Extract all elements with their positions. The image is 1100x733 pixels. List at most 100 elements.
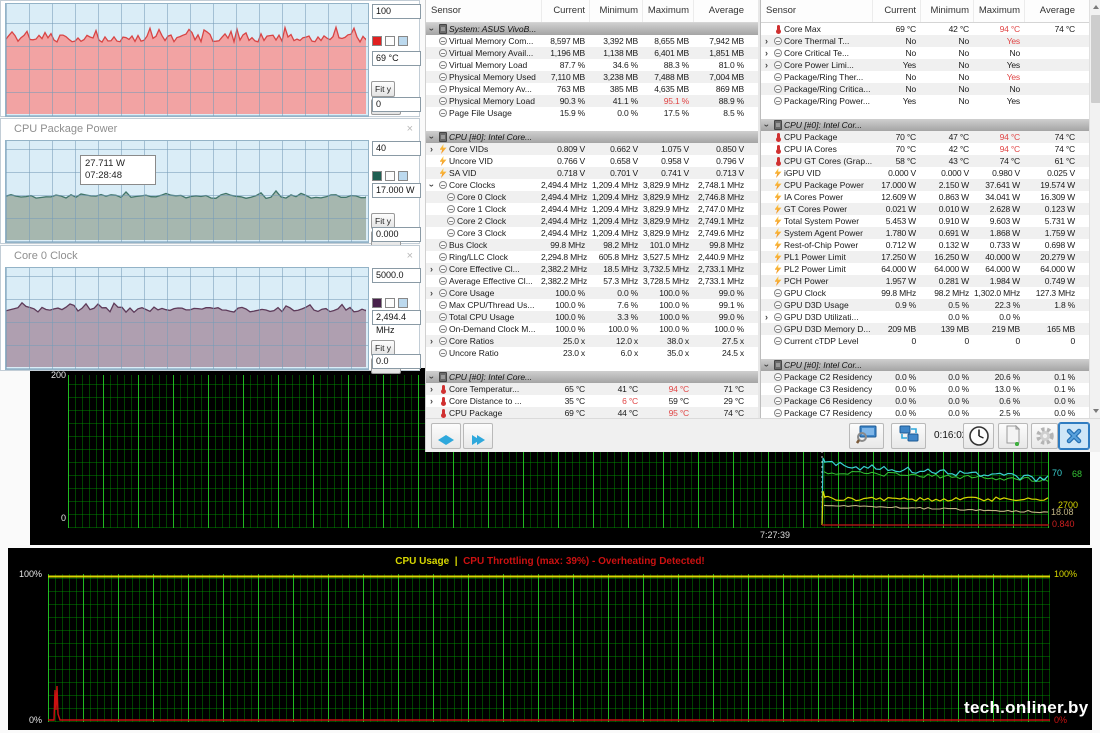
sensor-row[interactable]: IA Cores Power12.609 W0.863 W34.041 W16.… (761, 191, 1089, 203)
expand-toggle[interactable]: › (426, 371, 437, 383)
sensor-row[interactable]: Total CPU Usage100.0 %3.3 %100.0 %99.0 % (426, 311, 758, 323)
sensor-row[interactable]: ›Core Distance to ...35 °C6 °C59 °C29 °C (426, 395, 758, 407)
sensor-group-row[interactable]: ›CPU [#0]: Intel Cor... (761, 359, 1089, 371)
window-titlebar[interactable]: Core 0 Clock × (1, 246, 419, 266)
sensor-row[interactable]: ›Core Power Limi...YesNoYes (761, 59, 1089, 71)
sensor-row[interactable]: Physical Memory Used7,110 MB3,238 MB7,48… (426, 71, 758, 83)
sensor-row[interactable]: ›Core Critical Te...NoNoNo (761, 47, 1089, 59)
sensor-row[interactable]: Bus Clock99.8 MHz98.2 MHz101.0 MHz99.8 M… (426, 239, 758, 251)
expand-toggle[interactable]: › (426, 335, 437, 347)
expand-toggle[interactable]: › (761, 59, 772, 71)
sensor-row[interactable]: Ring/LLC Clock2,294.8 MHz605.8 MHz3,527.… (426, 251, 758, 263)
current-value-box[interactable]: 17.000 W (372, 183, 421, 198)
scrollbar[interactable] (1089, 0, 1100, 418)
sensor-row[interactable]: ›Core VIDs0.809 V0.662 V1.075 V0.850 V (426, 143, 758, 155)
sensor-row[interactable]: Package/Ring Power...YesNoYes (761, 95, 1089, 107)
expand-toggle[interactable]: › (426, 143, 437, 155)
sensor-row[interactable]: CPU IA Cores70 °C42 °C94 °C74 °C (761, 143, 1089, 155)
expand-toggle[interactable]: › (761, 359, 772, 371)
column-header[interactable]: Average (693, 0, 748, 22)
remote-monitoring-button[interactable] (849, 423, 884, 449)
sensor-row[interactable]: Max CPU/Thread Us...100.0 %7.6 %100.0 %9… (426, 299, 758, 311)
column-header[interactable]: Current (872, 0, 920, 22)
column-header[interactable]: Sensor (426, 0, 541, 22)
sensor-row[interactable]: Core 2 Clock2,494.4 MHz1,209.4 MHz3,829.… (426, 215, 758, 227)
scale-max-input[interactable]: 40 (372, 141, 421, 156)
fit-y-button[interactable]: Fit y (371, 81, 395, 97)
current-value-box[interactable]: 2,494.4 MHz (372, 310, 421, 325)
settings-button[interactable] (1031, 423, 1058, 449)
sensor-row[interactable]: Core 1 Clock2,494.4 MHz1,209.4 MHz3,829.… (426, 203, 758, 215)
expand-toggle[interactable]: › (426, 383, 437, 395)
sensor-group-row[interactable]: ›CPU [#0]: Intel Core... (426, 131, 758, 143)
column-header[interactable]: Current (541, 0, 589, 22)
grid-color-swatch[interactable] (398, 171, 408, 181)
expand-toggle[interactable]: › (426, 23, 437, 35)
window-titlebar[interactable]: CPU Package Power × (1, 119, 419, 139)
sensor-row[interactable]: Current cTDP Level0000 (761, 335, 1089, 347)
sensor-row[interactable]: Package C3 Residency0.0 %0.0 %13.0 %0.1 … (761, 383, 1089, 395)
sensor-row[interactable]: GT Cores Power0.021 W0.010 W2.628 W0.123… (761, 203, 1089, 215)
sensor-row[interactable]: PCH Power1.957 W0.281 W1.984 W0.749 W (761, 275, 1089, 287)
line-color-swatch[interactable] (372, 298, 382, 308)
sensor-row[interactable]: Package C2 Residency0.0 %0.0 %20.6 %0.1 … (761, 371, 1089, 383)
sensor-row[interactable]: Physical Memory Load90.3 %41.1 %95.1 %88… (426, 95, 758, 107)
column-header[interactable]: Maximum (973, 0, 1024, 22)
sensor-row[interactable]: ›Core Thermal T...NoNoYes (761, 35, 1089, 47)
sensor-row[interactable]: iGPU VID0.000 V0.000 V0.980 V0.025 V (761, 167, 1089, 179)
sensor-row[interactable]: System Agent Power1.780 W0.691 W1.868 W1… (761, 227, 1089, 239)
sensor-group-row[interactable]: ›CPU [#0]: Intel Cor... (761, 119, 1089, 131)
sensor-row[interactable]: Package C6 Residency0.0 %0.0 %0.6 %0.0 % (761, 395, 1089, 407)
current-value-box[interactable]: 69 °C (372, 51, 421, 66)
sensor-row[interactable]: Core Max69 °C42 °C94 °C74 °C (761, 23, 1089, 35)
expand-toggle[interactable]: › (761, 311, 772, 323)
scale-min-input[interactable]: 0 (372, 97, 421, 112)
column-header[interactable]: Maximum (642, 0, 693, 22)
sensor-row[interactable]: Average Effective Cl...2,382.2 MHz57.3 M… (426, 275, 758, 287)
sensor-group-row[interactable]: ›CPU [#0]: Intel Core... (426, 371, 758, 383)
sensor-row[interactable]: Package/Ring Critica...NoNoNo (761, 83, 1089, 95)
sensor-row[interactable]: Virtual Memory Avail...1,196 MB1,138 MB6… (426, 47, 758, 59)
sensor-group-row[interactable]: ›System: ASUS VivoB... (426, 23, 758, 35)
sensor-row[interactable]: Uncore Ratio23.0 x6.0 x35.0 x24.5 x (426, 347, 758, 359)
table-header[interactable]: SensorCurrentMinimumMaximumAverage (761, 0, 1089, 23)
clock-button[interactable] (963, 423, 994, 449)
graph-plot[interactable] (5, 267, 369, 370)
sensor-row[interactable]: ›Core Ratios25.0 x12.0 x38.0 x27.5 x (426, 335, 758, 347)
sensor-row[interactable]: CPU Package69 °C44 °C95 °C74 °C (426, 407, 758, 418)
expand-toggle[interactable]: › (761, 47, 772, 59)
sensor-row[interactable]: Package/Ring Ther...NoNoYes (761, 71, 1089, 83)
sensor-row[interactable]: CPU Package70 °C47 °C94 °C74 °C (761, 131, 1089, 143)
sensor-row[interactable]: ›Core Clocks2,494.4 MHz1,209.4 MHz3,829.… (426, 179, 758, 191)
scale-max-input[interactable]: 100 (372, 4, 421, 19)
sensor-row[interactable]: Uncore VID0.766 V0.658 V0.958 V0.796 V (426, 155, 758, 167)
sensor-row[interactable]: Virtual Memory Com...8,597 MB3,392 MB8,6… (426, 35, 758, 47)
sensor-row[interactable]: Virtual Memory Load87.7 %34.6 %88.3 %81.… (426, 59, 758, 71)
sensor-row[interactable]: ›Core Usage100.0 %0.0 %100.0 %99.0 % (426, 287, 758, 299)
sensor-row[interactable]: Total System Power5.453 W0.910 W9.603 W5… (761, 215, 1089, 227)
nav-next-button[interactable] (463, 423, 493, 449)
expand-toggle[interactable]: › (761, 35, 772, 47)
bg-color-swatch[interactable] (385, 298, 395, 308)
grid-color-swatch[interactable] (398, 298, 408, 308)
sensor-row[interactable]: On-Demand Clock M...100.0 %100.0 %100.0 … (426, 323, 758, 335)
sensor-row[interactable]: Package C7 Residency0.0 %0.0 %2.5 %0.0 % (761, 407, 1089, 418)
sensor-row[interactable]: SA VID0.718 V0.701 V0.741 V0.713 V (426, 167, 758, 179)
report-button[interactable] (998, 423, 1028, 449)
sensor-row[interactable]: PL1 Power Limit17.250 W16.250 W40.000 W2… (761, 251, 1089, 263)
bg-color-swatch[interactable] (385, 171, 395, 181)
sensor-row[interactable]: ›GPU D3D Utilizati...0.0 %0.0 % (761, 311, 1089, 323)
column-header[interactable]: Sensor (761, 0, 872, 22)
sensor-row[interactable]: PL2 Power Limit64.000 W64.000 W64.000 W6… (761, 263, 1089, 275)
scale-max-input[interactable]: 5000.0 (372, 268, 421, 283)
network-share-button[interactable] (891, 423, 926, 449)
sensor-row[interactable]: GPU D3D Usage0.9 %0.5 %22.3 %1.8 % (761, 299, 1089, 311)
scroll-up-icon[interactable] (1090, 0, 1100, 14)
column-header[interactable]: Minimum (589, 0, 642, 22)
sensor-row[interactable]: Core 0 Clock2,494.4 MHz1,209.4 MHz3,829.… (426, 191, 758, 203)
sensor-row[interactable]: CPU Package Power17.000 W2.150 W37.641 W… (761, 179, 1089, 191)
expand-toggle[interactable]: › (426, 395, 437, 407)
sensor-row[interactable]: CPU GT Cores (Grap...58 °C43 °C74 °C61 °… (761, 155, 1089, 167)
expand-toggle[interactable]: › (426, 179, 437, 191)
graph-plot[interactable]: 27.711 W 07:28:48 (5, 140, 369, 243)
